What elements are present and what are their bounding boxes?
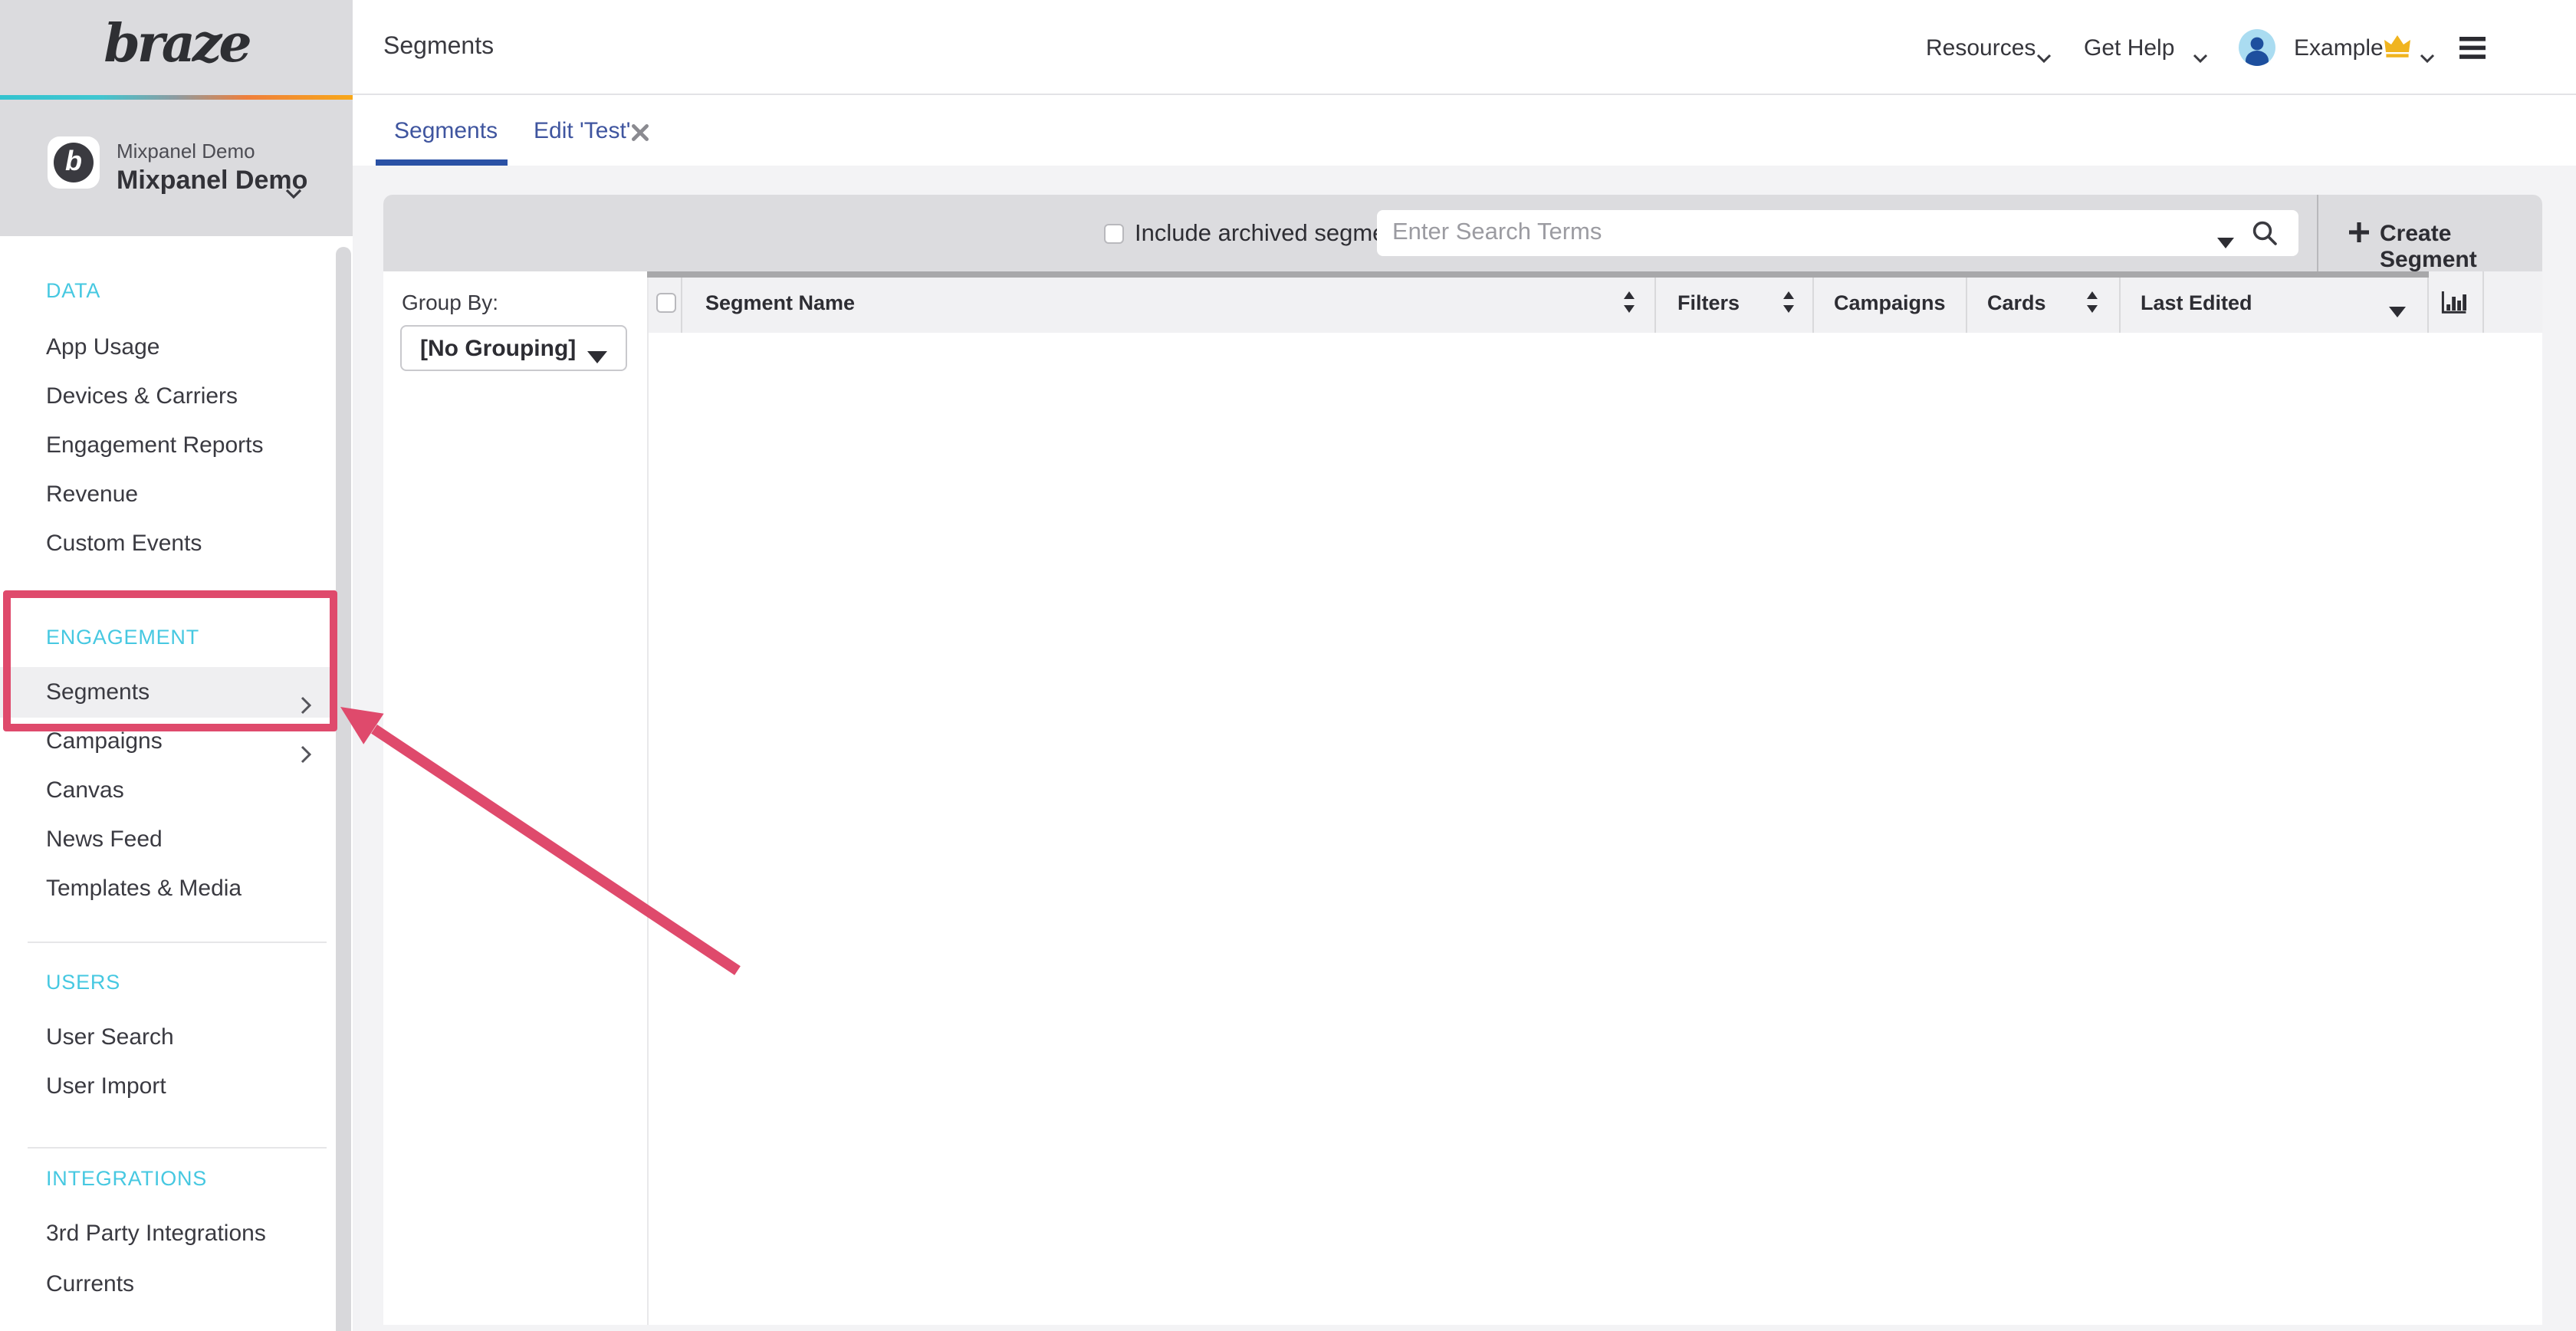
tab-bar: Segments Edit 'Test' [353,95,2576,166]
col-filters[interactable]: Filters [1677,291,1740,314]
workspace-b-icon: b [54,143,94,182]
chevron-down-icon[interactable] [285,179,302,207]
chevron-down-icon[interactable] [2193,43,2208,71]
column-separator [2482,271,2484,333]
group-by-label: Group By: [402,290,498,314]
sidebar-divider [28,942,327,943]
top-bar: Segments Resources Get Help Example [353,0,2576,95]
sidebar-item-currents[interactable]: Currents [0,1260,336,1310]
search-icon[interactable] [2251,219,2279,255]
sidebar-item-app-usage[interactable]: App Usage [0,324,336,373]
tab-segments[interactable]: Segments [394,118,498,144]
annotation-arrow [307,675,797,1012]
search-field[interactable] [1377,210,2298,256]
column-separator [1654,271,1656,333]
column-separator [2427,271,2429,333]
col-cards[interactable]: Cards [1987,291,2046,314]
create-segment-button[interactable]: Create Segment [2380,221,2542,273]
sidebar-item-custom-events[interactable]: Custom Events [0,520,336,569]
chevron-down-icon[interactable] [2036,43,2052,71]
annotation-highlight-rect [3,590,337,731]
table-header: Segment Name Filters Campaigns Cards Las… [647,271,2542,333]
segments-toolbar: Include archived segments Create Segment [383,195,2542,271]
toolbar-divider [2317,195,2318,271]
sidebar-item-canvas[interactable]: Canvas [0,767,336,816]
search-dropdown-caret-icon[interactable] [2217,228,2234,256]
col-segment-name[interactable]: Segment Name [705,291,855,314]
dropdown-caret-icon [587,343,607,371]
sort-icon[interactable] [1622,291,1636,320]
include-archived-label: Include archived segments [1135,221,1418,248]
include-archived-checkbox[interactable] [1104,224,1124,244]
workspace-selector[interactable]: Mixpanel Demo [117,166,307,196]
close-icon[interactable] [632,121,649,149]
get-help-menu[interactable]: Get Help [2084,35,2174,61]
sidebar-section-integrations: INTEGRATIONS [46,1167,207,1198]
sidebar-section-users: USERS [46,971,120,1001]
group-by-dropdown[interactable]: [No Grouping] [400,325,627,371]
tab-edit-test[interactable]: Edit 'Test' [534,118,631,144]
column-separator [2119,271,2121,333]
sort-icon[interactable] [2085,291,2099,320]
column-separator [1966,271,1967,333]
sidebar-item-3rd-party-integrations[interactable]: 3rd Party Integrations [0,1210,336,1259]
resources-menu[interactable]: Resources [1926,35,2036,61]
sidebar-item-devices-carriers[interactable]: Devices & Carriers [0,373,336,422]
select-all-checkbox[interactable] [656,293,676,313]
group-by-value: [No Grouping] [420,336,576,362]
col-last-edited[interactable]: Last Edited [2141,291,2252,314]
sort-icon[interactable] [1782,291,1796,320]
search-input[interactable] [1377,210,2205,256]
sidebar-item-templates-media[interactable]: Templates & Media [0,865,336,914]
column-separator [1812,271,1814,333]
workspace-icon: b [48,136,100,189]
sort-desc-caret-icon[interactable] [2389,297,2406,325]
braze-logo: braze [0,12,353,77]
sidebar-item-campaigns-label: Campaigns [46,728,163,754]
chevron-down-icon[interactable] [2420,43,2435,71]
active-tab-underline [376,159,508,166]
user-menu[interactable]: Example [2294,35,2384,61]
page-title: Segments [383,34,494,61]
sidebar-divider [28,1147,327,1149]
crown-icon [2383,35,2412,66]
table-horizontal-scrollbar[interactable] [647,271,2429,278]
sidebar-item-user-import[interactable]: User Import [0,1063,336,1112]
sidebar-item-news-feed[interactable]: News Feed [0,816,336,865]
sidebar-item-revenue[interactable]: Revenue [0,471,336,520]
sidebar-header: braze b Mixpanel Demo Mixpanel Demo [0,0,353,236]
col-campaigns[interactable]: Campaigns [1834,291,1946,314]
sidebar-item-user-search[interactable]: User Search [0,1014,336,1063]
plus-icon[interactable] [2349,222,2369,250]
workspace-company: Mixpanel Demo [117,140,255,163]
sidebar-item-engagement-reports[interactable]: Engagement Reports [0,422,336,471]
sidebar-section-data: DATA [46,279,100,310]
brand-gradient-divider [0,95,353,100]
analytics-chart-icon[interactable] [2441,290,2467,322]
hamburger-menu-icon[interactable] [2459,37,2486,67]
user-avatar[interactable] [2239,29,2275,74]
column-separator [681,271,682,333]
